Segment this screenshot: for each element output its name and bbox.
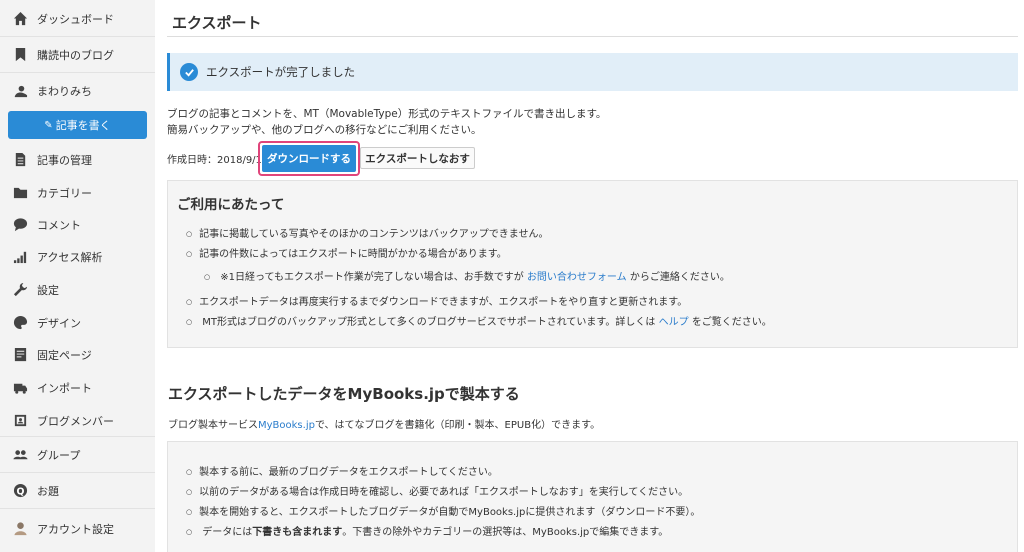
mybooks-description: ブログ製本サービスMyBooks.jpで、はてなブログを書籍化（印刷・製本、EP… — [168, 416, 600, 431]
list-item: 製本する前に、最新のブログデータをエクスポートしてください。 — [186, 463, 498, 478]
sidebar-item-subscriptions[interactable]: 購読中のブログ — [0, 38, 155, 71]
sidebar-item-label: ブログメンバー — [37, 414, 114, 428]
write-article-button[interactable]: ✎ 記事を書く — [8, 111, 147, 139]
download-button-highlight: ダウンロードする — [258, 141, 360, 176]
sidebar: ダッシュボード 購読中のブログ まわりみち ✎ 記事を書く 記事の管理 カテゴリ… — [0, 0, 155, 552]
page-title: エクスポート — [172, 14, 262, 32]
group-icon — [12, 447, 28, 463]
document-icon — [12, 152, 28, 168]
list-item-text: データには — [202, 527, 253, 538]
page-icon — [12, 347, 28, 363]
sidebar-item-articles[interactable]: 記事の管理 — [0, 143, 155, 176]
success-alert: エクスポートが完了しました — [167, 53, 1018, 91]
sidebar-item-label: お題 — [37, 484, 59, 498]
check-circle-icon — [180, 63, 198, 81]
mybooks-link[interactable]: MyBooks.jp — [258, 420, 315, 431]
list-item-text: 。下書きの除外やカテゴリーの選択等は、MyBooks.jpで編集できます。 — [342, 527, 669, 538]
sidebar-item-blog[interactable]: まわりみち — [0, 74, 155, 107]
bar-chart-icon — [12, 249, 28, 265]
bookmark-icon — [12, 47, 28, 63]
alert-text: エクスポートが完了しました — [206, 65, 356, 79]
sidebar-item-label: まわりみち — [37, 84, 92, 98]
palette-icon — [12, 315, 28, 331]
description-line: ブログの記事とコメントを、MT（MovableType）形式のテキストファイルで… — [167, 108, 607, 120]
sidebar-item-analytics[interactable]: アクセス解析 — [0, 240, 155, 273]
comment-icon — [12, 217, 28, 233]
blog-avatar-icon — [12, 83, 28, 99]
truck-icon — [12, 380, 28, 396]
export-description: ブログの記事とコメントを、MT（MovableType）形式のテキストファイルで… — [167, 106, 606, 138]
sidebar-item-design[interactable]: デザイン — [0, 306, 155, 339]
sidebar-item-label: アクセス解析 — [37, 250, 103, 264]
contact-form-link[interactable]: お問い合わせフォーム — [527, 272, 627, 283]
description-line: 簡易バックアップや、他のブログへの移行などにご利用ください。 — [167, 124, 482, 136]
mybooks-desc-text: ブログ製本サービス — [168, 420, 258, 431]
sidebar-item-label: グループ — [37, 448, 81, 462]
sidebar-item-static-pages[interactable]: 固定ページ — [0, 338, 155, 371]
list-item: 記事に掲載している写真やそのほかのコンテンツはバックアップできません。 — [186, 225, 548, 240]
list-item: 以前のデータがある場合は作成日時を確認し、必要であれば「エクスポートしなおす」を… — [186, 483, 688, 498]
sidebar-item-label: コメント — [37, 218, 81, 232]
created-date: 作成日時：2018/9/15 — [167, 155, 269, 166]
sidebar-item-label: カテゴリー — [37, 186, 92, 200]
mybooks-desc-text: で、はてなブログを書籍化（印刷・製本、EPUB化）できます。 — [314, 420, 601, 431]
sidebar-item-groups[interactable]: グループ — [0, 438, 155, 471]
list-item-text: からご連絡ください。 — [629, 272, 730, 283]
sidebar-item-settings[interactable]: 設定 — [0, 273, 155, 306]
sidebar-item-topics[interactable]: Q お題 — [0, 474, 155, 507]
sidebar-item-dashboard[interactable]: ダッシュボード — [0, 2, 155, 35]
sidebar-item-comments[interactable]: コメント — [0, 208, 155, 241]
list-item: 記事の件数によってはエクスポートに時間がかかる場合があります。 — [186, 245, 507, 260]
notes-title: ご利用にあたって — [177, 197, 285, 213]
write-article-label: 記事を書く — [55, 119, 111, 132]
sidebar-item-categories[interactable]: カテゴリー — [0, 176, 155, 209]
download-button[interactable]: ダウンロードする — [262, 145, 356, 172]
list-item-text: MT形式はブログのバックアップ形式として多くのブログサービスでサポートされていま… — [202, 317, 656, 328]
question-icon: Q — [12, 483, 28, 499]
mybooks-section-title: エクスポートしたデータをMyBooks.jpで製本する — [168, 385, 520, 403]
svg-text:Q: Q — [16, 486, 24, 497]
sidebar-item-label: インポート — [37, 381, 92, 395]
sidebar-item-label: アカウント設定 — [37, 522, 114, 536]
list-item-text: ※1日経ってもエクスポート作業が完了しない場合は、お手数ですが — [220, 272, 524, 283]
help-link[interactable]: ヘルプ — [659, 317, 689, 328]
main-content: エクスポート エクスポートが完了しました ブログの記事とコメントを、MT（Mov… — [167, 0, 1018, 552]
title-divider — [167, 36, 1018, 37]
list-item: 製本を開始すると、エクスポートしたブログデータが自動でMyBooks.jpに提供… — [186, 503, 700, 518]
sidebar-item-label: デザイン — [37, 316, 81, 330]
sidebar-item-label: 固定ページ — [37, 348, 92, 362]
list-item-emphasis: 下書きも含まれます — [252, 527, 343, 538]
list-item: データには下書きも含まれます。下書きの除外やカテゴリーの選択等は、MyBooks… — [186, 523, 668, 538]
list-item-text: をご覧ください。 — [691, 317, 772, 328]
sidebar-item-import[interactable]: インポート — [0, 371, 155, 404]
reexport-button[interactable]: エクスポートしなおす — [360, 147, 475, 169]
sidebar-item-label: 記事の管理 — [37, 153, 92, 167]
sidebar-item-label: ダッシュボード — [37, 12, 114, 26]
account-avatar-icon — [12, 521, 28, 537]
mybooks-notes: 製本する前に、最新のブログデータをエクスポートしてください。 以前のデータがある… — [167, 441, 1018, 552]
list-item: エクスポートデータは再度実行するまでダウンロードできますが、エクスポートをやり直… — [186, 293, 687, 308]
usage-notes: ご利用にあたって 記事に掲載している写真やそのほかのコンテンツはバックアップでき… — [167, 180, 1018, 348]
list-item: MT形式はブログのバックアップ形式として多くのブログサービスでサポートされていま… — [186, 313, 772, 328]
folder-icon — [12, 185, 28, 201]
sidebar-item-label: 設定 — [37, 283, 59, 297]
sidebar-item-account-settings[interactable]: アカウント設定 — [0, 512, 155, 545]
sidebar-item-members[interactable]: ブログメンバー — [0, 404, 155, 437]
pencil-icon: ✎ — [44, 119, 53, 131]
member-icon — [12, 413, 28, 429]
wrench-icon — [12, 282, 28, 298]
sidebar-item-label: 購読中のブログ — [37, 48, 114, 62]
list-item: ※1日経ってもエクスポート作業が完了しない場合は、お手数ですが お問い合わせフォ… — [204, 268, 730, 283]
home-icon — [12, 11, 28, 27]
